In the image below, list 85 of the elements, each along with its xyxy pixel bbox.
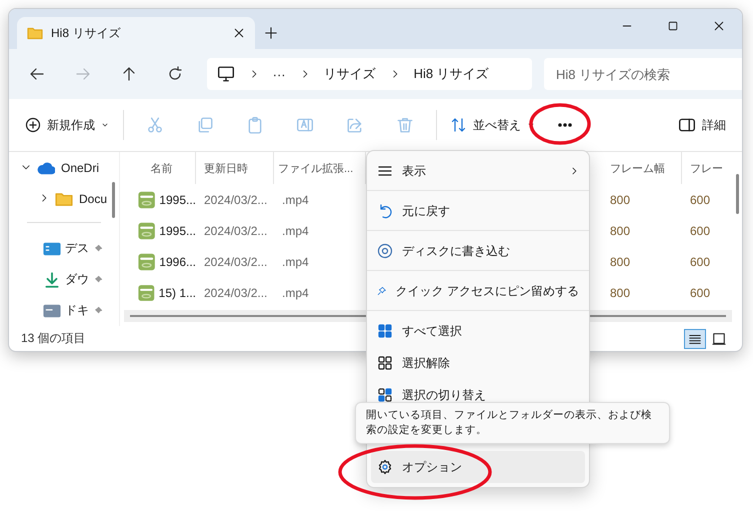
plus-icon <box>264 26 278 40</box>
table-cell-text: .mp4 <box>281 192 310 206</box>
sidebar-item[interactable]: Docu <box>79 192 108 206</box>
details-view-button[interactable] <box>684 328 706 348</box>
window-tab[interactable]: Hi8 リサイズ <box>17 17 255 49</box>
table-cell-text: 800 <box>609 192 632 206</box>
desktop-icon <box>43 240 61 258</box>
select-all-icon <box>377 323 393 339</box>
clipboard-icon <box>246 116 264 134</box>
table-cell-text: 2024/03/2... <box>203 254 268 268</box>
table-cell-text: 800 <box>609 224 632 238</box>
folder-icon <box>27 25 43 41</box>
column-header[interactable]: 名前 <box>120 152 196 184</box>
menu-item[interactable]: オプション <box>371 451 585 483</box>
address-bar[interactable]: ··· リサイズ Hi8 リサイズ <box>206 58 532 90</box>
file-name[interactable]: 1995... <box>159 192 196 206</box>
breadcrumb-item[interactable]: Hi8 リサイズ <box>414 65 489 83</box>
refresh-icon <box>166 66 183 82</box>
scrollbar-thumb[interactable] <box>736 174 739 214</box>
column-header[interactable]: フレーム幅 <box>602 152 682 184</box>
close-icon <box>713 20 725 32</box>
table-cell-text: 2024/03/2... <box>203 286 268 300</box>
close-tab-button[interactable] <box>233 27 245 39</box>
sidebar-item[interactable]: OneDri <box>61 160 100 174</box>
column-header[interactable]: フレー <box>682 152 728 184</box>
menu-item[interactable]: すべて選択 <box>371 315 585 347</box>
table-cell-text: .mp4 <box>281 254 310 268</box>
details-button[interactable]: 詳細 <box>672 108 732 142</box>
up-icon <box>120 66 137 82</box>
tooltip: 開いている項目、ファイルとフォルダーの表示、および検索の設定を変更します。 <box>355 402 670 444</box>
tile-view-icon <box>712 332 726 346</box>
close-icon <box>233 27 245 39</box>
scissors-icon <box>146 116 164 134</box>
menu-item[interactable]: 元に戻す <box>371 195 585 227</box>
menu-item[interactable]: 選択解除 <box>371 347 585 379</box>
breadcrumb-item[interactable]: リサイズ <box>324 65 376 83</box>
download-icon <box>43 270 61 288</box>
file-name[interactable]: 1996... <box>159 254 196 268</box>
file-name[interactable]: 15) 1... <box>158 286 196 300</box>
breadcrumb-item[interactable]: ··· <box>272 66 286 82</box>
panel-icon <box>678 116 696 134</box>
video-file-icon <box>138 190 156 208</box>
video-file-icon <box>138 222 156 240</box>
file-name[interactable]: 1995... <box>159 224 196 238</box>
share-icon <box>346 116 364 134</box>
menu-item[interactable]: 表示 <box>371 155 585 187</box>
document-icon <box>43 302 61 320</box>
invert-selection-icon <box>377 387 393 403</box>
item-count: 13 個の項目 <box>21 330 86 347</box>
copy-icon <box>196 116 214 134</box>
column-header[interactable]: 更新日時 <box>196 152 274 184</box>
table-cell-text: 600 <box>689 254 712 268</box>
menu-item[interactable]: クイック アクセスにピン留めする <box>371 275 585 307</box>
table-cell-text: 2024/03/2... <box>203 192 268 206</box>
table-cell-text: .mp4 <box>281 286 310 300</box>
forward-icon <box>74 66 91 82</box>
disc-icon <box>377 243 393 259</box>
sort-icon <box>451 117 467 133</box>
table-cell-text: 600 <box>689 224 712 238</box>
sidebar-item[interactable]: ダウ <box>65 271 89 288</box>
table-cell-text: 2024/03/2... <box>203 224 268 238</box>
back-icon <box>28 66 45 82</box>
new-button[interactable]: 新規作成 <box>19 108 115 142</box>
sidebar-item[interactable]: デス <box>65 240 89 257</box>
table-cell-text: .mp4 <box>281 224 310 238</box>
rename-icon <box>296 116 314 134</box>
grid-icon <box>377 355 393 371</box>
video-file-icon <box>138 284 155 302</box>
trash-icon <box>396 116 414 134</box>
computer-icon <box>216 65 235 83</box>
gear-icon <box>377 459 393 475</box>
menu-item[interactable]: ディスクに書き込む <box>371 235 585 267</box>
maximize-icon <box>667 20 679 32</box>
sort-button[interactable]: 並べ替え <box>445 108 541 142</box>
scrollbar-thumb[interactable] <box>112 182 115 218</box>
table-cell-text: 600 <box>689 192 712 206</box>
sidebar-item[interactable]: ドキ <box>65 302 89 319</box>
annotation-ellipse <box>529 103 591 145</box>
plus-circle-icon <box>25 117 41 133</box>
search-field[interactable]: Hi8 リサイズの検索 <box>544 58 742 90</box>
table-cell-text: 600 <box>689 286 712 300</box>
video-file-icon <box>138 252 156 270</box>
table-cell-text: 800 <box>609 286 632 300</box>
table-cell-text: 800 <box>609 254 632 268</box>
caret-icon <box>101 121 109 129</box>
